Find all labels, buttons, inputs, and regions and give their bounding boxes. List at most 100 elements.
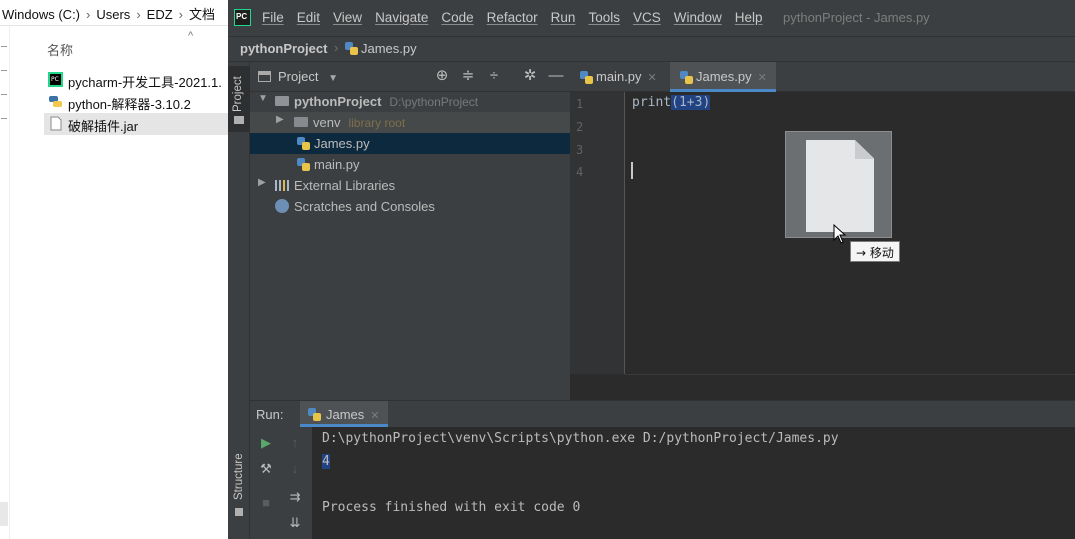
python-file-icon [297, 158, 310, 171]
rerun-icon[interactable]: ▶ [258, 435, 274, 451]
editor-tab-bar: main.py ✕ James.py ✕ [570, 62, 1075, 92]
nav-project[interactable]: pythonProject [240, 41, 327, 56]
pycharm-window: File Edit View Navigate Code Refactor Ru… [228, 0, 1075, 539]
menu-window[interactable]: Window [674, 10, 722, 25]
run-tab-james[interactable]: James ✕ [300, 401, 388, 427]
code-line-1[interactable]: print(1+3) [632, 95, 711, 110]
structure-icon[interactable] [235, 508, 243, 516]
library-icon [275, 180, 290, 191]
run-panel-header: Run: James ✕ [250, 401, 1075, 427]
file-item[interactable]: PC pycharm-开发工具-2021.1. [44, 69, 230, 91]
menu-code[interactable]: Code [441, 10, 473, 25]
menu-bar: File Edit View Navigate Code Refactor Ru… [228, 0, 1075, 36]
close-icon[interactable]: ✕ [648, 72, 657, 84]
chevron-right-icon: › [136, 7, 141, 22]
project-panel-header: Project ▼ ⊕ ≑ ÷ ✲ — [250, 62, 570, 92]
chevron-right-icon: › [178, 7, 183, 22]
menu-edit[interactable]: Edit [297, 10, 320, 25]
scratches-icon [275, 199, 289, 213]
run-tab-label: James [326, 407, 365, 422]
tree-james-label: James.py [314, 136, 370, 151]
address-breadcrumb[interactable]: Windows (C:) › Users › EDZ › 文档 [0, 0, 230, 26]
soft-wrap-icon[interactable]: ⇉ [287, 489, 303, 505]
chevron-down-icon: ▼ [328, 73, 338, 84]
project-view-dropdown[interactable]: Project ▼ [258, 69, 338, 84]
tree-item-project-root[interactable]: ▼ pythonProject D:\pythonProject [250, 91, 570, 112]
breadcrumb-drive[interactable]: Windows (C:) [2, 7, 80, 22]
chevron-right-icon[interactable]: ▶ [276, 114, 284, 125]
column-header-name[interactable]: 名称 [47, 40, 73, 59]
mouse-cursor-icon [833, 224, 847, 244]
up-arrow-icon[interactable]: ↑ [287, 435, 303, 451]
tab-label: main.py [596, 69, 642, 84]
tree-scratches-label: Scratches and Consoles [294, 199, 435, 214]
breadcrumb-users[interactable]: Users [96, 7, 130, 22]
gear-icon[interactable]: ✲ [522, 68, 538, 84]
file-item-selected[interactable]: 破解插件.jar [44, 113, 230, 135]
tab-james-py[interactable]: James.py ✕ [670, 62, 776, 92]
menu-view[interactable]: View [333, 10, 362, 25]
tree-external-label: External Libraries [294, 178, 396, 193]
menu-vcs[interactable]: VCS [633, 10, 661, 25]
menu-navigate[interactable]: Navigate [375, 10, 428, 25]
tree-item-james[interactable]: James.py [250, 133, 570, 154]
file-item[interactable]: python-解释器-3.10.2 [44, 91, 230, 113]
line-number: 2 [576, 120, 584, 134]
sort-ascending-icon: ^ [188, 30, 194, 42]
chevron-right-icon[interactable]: ▶ [258, 177, 266, 188]
text-caret [631, 162, 633, 179]
svg-text:PC: PC [51, 76, 59, 83]
expand-all-icon[interactable]: ≑ [460, 68, 476, 84]
breadcrumb-documents[interactable]: 文档 [189, 7, 215, 22]
library-bar [279, 180, 281, 191]
code-function: print [632, 95, 672, 110]
line-number-gutter: 1 2 3 4 [570, 92, 625, 374]
menu-refactor[interactable]: Refactor [487, 10, 538, 25]
python-file-icon [580, 71, 593, 84]
project-tool-window: Project ▼ ⊕ ≑ ÷ ✲ — ▼ pythonProject D:\py… [250, 62, 570, 400]
nav-file[interactable]: James.py [345, 41, 417, 56]
wrench-icon[interactable]: ⚒ [258, 461, 274, 477]
folder-icon[interactable] [234, 116, 244, 124]
drag-file-preview [785, 131, 892, 238]
tool-window-stripe: Project Structure [228, 62, 250, 539]
venv-name: venv [313, 115, 341, 130]
folder-icon [294, 117, 308, 127]
stop-icon[interactable]: ■ [258, 495, 274, 511]
minimize-icon[interactable]: — [548, 68, 564, 84]
menu-help[interactable]: Help [735, 10, 763, 25]
pin-icon [1, 94, 7, 95]
tree-item-external-libraries[interactable]: ▶ External Libraries [250, 175, 570, 196]
editor-scroll-area [625, 374, 1075, 400]
nav-item-selected[interactable] [0, 502, 8, 526]
menu-run[interactable]: Run [551, 10, 576, 25]
chevron-down-icon[interactable]: ▼ [258, 93, 268, 104]
pycharm-logo-icon [234, 9, 251, 26]
console-command: D:\pythonProject\venv\Scripts\python.exe… [322, 431, 839, 446]
close-icon[interactable]: ✕ [758, 72, 767, 84]
tab-main-py[interactable]: main.py ✕ [570, 62, 666, 92]
locate-icon[interactable]: ⊕ [434, 68, 450, 84]
structure-tool-button[interactable]: Structure [233, 453, 245, 500]
run-console[interactable]: D:\pythonProject\venv\Scripts\python.exe… [322, 431, 839, 515]
python-file-icon [345, 42, 358, 55]
tree-item-main[interactable]: main.py [250, 154, 570, 175]
library-bar [283, 180, 285, 191]
line-number: 4 [576, 165, 584, 179]
tree-item-venv[interactable]: ▶ venv library root [250, 112, 570, 133]
menu-file[interactable]: File [262, 10, 284, 25]
close-icon[interactable]: ✕ [370, 410, 379, 422]
pin-icon [1, 46, 7, 47]
python-file-icon [308, 408, 321, 421]
tree-venv-label: venv library root [313, 115, 405, 130]
scroll-to-end-icon[interactable]: ⇊ [287, 515, 303, 531]
collapse-all-icon[interactable]: ÷ [486, 68, 502, 84]
line-number: 1 [576, 97, 584, 111]
file-name: python-解释器-3.10.2 [68, 97, 191, 112]
tree-item-scratches[interactable]: Scratches and Consoles [250, 196, 570, 217]
console-output: 4 [322, 454, 330, 469]
breadcrumb-user[interactable]: EDZ [147, 7, 173, 22]
navigation-pane[interactable] [0, 26, 10, 539]
down-arrow-icon[interactable]: ↓ [287, 461, 303, 477]
menu-tools[interactable]: Tools [588, 10, 620, 25]
